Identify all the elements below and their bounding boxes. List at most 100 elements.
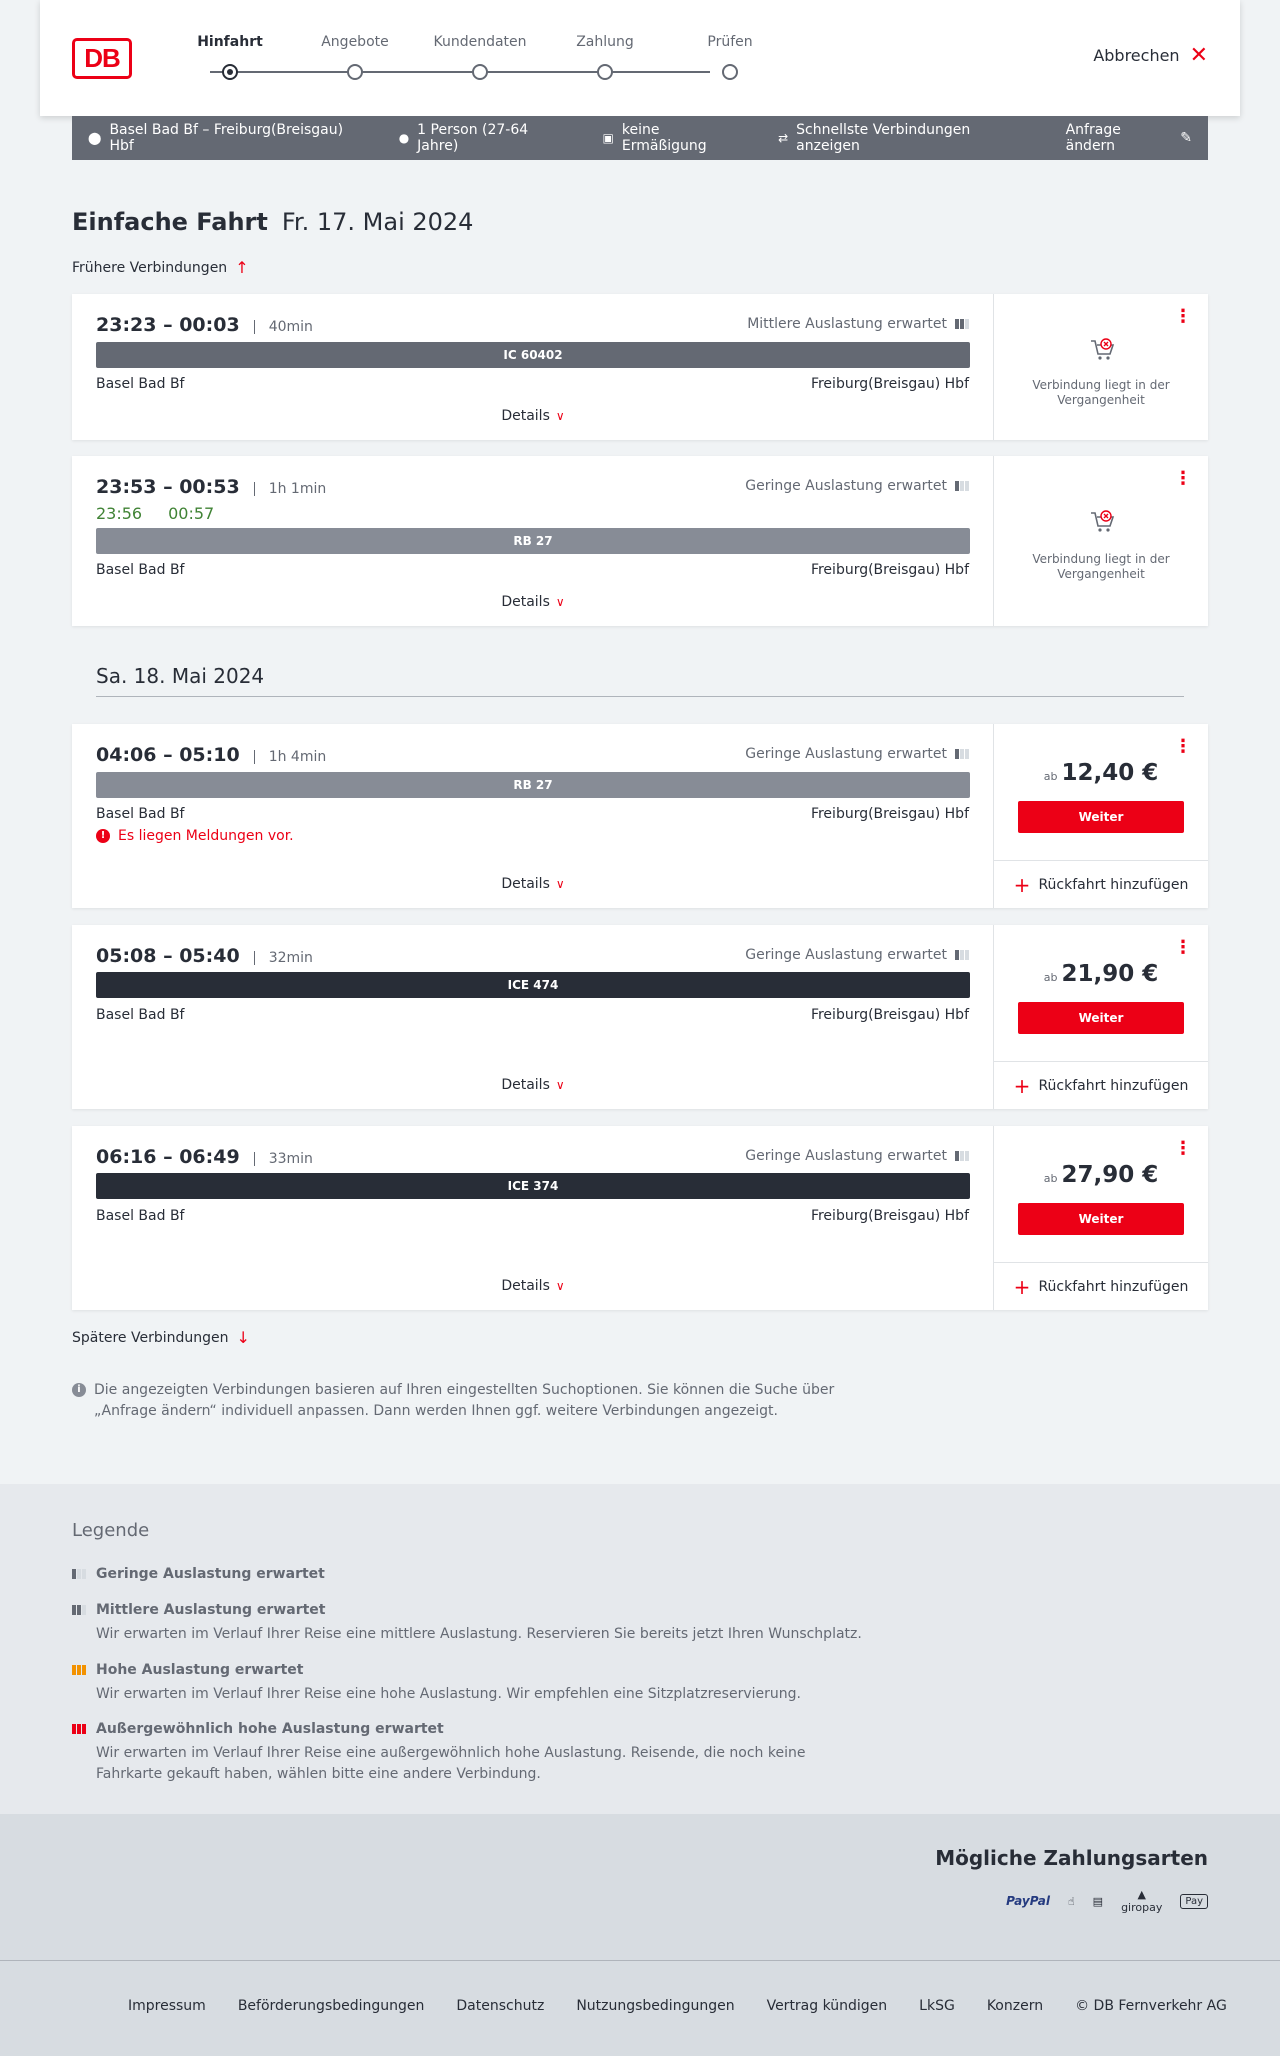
db-logo[interactable]: DB bbox=[72, 38, 132, 79]
more-options-icon[interactable]: ⋮ bbox=[1174, 308, 1192, 326]
connection-past-notice: Verbindung liegt in der Vergangenheit bbox=[1032, 378, 1170, 407]
occupancy-text: Geringe Auslastung erwartet bbox=[745, 746, 947, 762]
warning-icon: ! bbox=[96, 829, 110, 843]
legend-item: Außergewöhnlich hohe Auslastung erwartet… bbox=[72, 1721, 872, 1785]
footer-link-konzern[interactable]: Konzern bbox=[987, 1998, 1043, 2014]
details-toggle[interactable]: Details ∨ bbox=[72, 1278, 994, 1294]
connection-card: 06:16 – 06:49 33min Geringe Auslastung er… bbox=[72, 1126, 1208, 1310]
return-label: Rückfahrt hinzufügen bbox=[1038, 876, 1189, 893]
continue-button[interactable]: Weiter bbox=[1018, 1203, 1184, 1235]
later-connections-link[interactable]: Spätere Verbindungen ↓ bbox=[72, 1328, 250, 1347]
plus-icon: + bbox=[1013, 872, 1031, 897]
cancel-button[interactable]: Abbrechen ✕ bbox=[1093, 44, 1208, 66]
price-value: 27,90 € bbox=[1061, 1162, 1159, 1188]
add-return-button[interactable]: + Rückfahrt hinzufügen bbox=[994, 860, 1208, 908]
train-bar[interactable]: IC 60402 bbox=[96, 342, 970, 368]
more-options-icon[interactable]: ⋮ bbox=[1174, 470, 1192, 488]
connection-times: 23:53 – 00:53 1h 1min bbox=[96, 476, 326, 498]
route-text: Basel Bad Bf – Freiburg(Breisgau) Hbf bbox=[109, 122, 344, 154]
details-label: Details bbox=[501, 1077, 550, 1093]
details-toggle[interactable]: Details ∨ bbox=[72, 594, 994, 610]
details-toggle[interactable]: Details ∨ bbox=[72, 1077, 994, 1093]
more-options-icon[interactable]: ⋮ bbox=[1174, 738, 1192, 756]
time-range: 04:06 – 05:10 bbox=[96, 744, 240, 766]
connection-times: 05:08 – 05:40 32min bbox=[96, 945, 313, 967]
info-text: Die angezeigten Verbindungen basieren au… bbox=[94, 1382, 835, 1419]
offer-panel: ⋮ ab 27,90 € Weiter + Rückfahrt hinzufügen bbox=[994, 1126, 1208, 1310]
connection-card: 23:53 – 00:53 1h 1min 23:56 00:57 Geringe … bbox=[72, 456, 1208, 626]
apple-pay-label: Pay bbox=[1185, 1895, 1203, 1907]
arrival-station: Freiburg(Breisgau) Hbf bbox=[810, 1208, 969, 1224]
price-prefix: ab bbox=[1043, 971, 1058, 984]
time-range: 06:16 – 06:49 bbox=[96, 1146, 240, 1168]
departure-station: Basel Bad Bf bbox=[96, 806, 185, 822]
step-dot bbox=[347, 64, 363, 80]
occupancy-low-icon bbox=[955, 749, 969, 759]
legend-item: Geringe Auslastung erwartet bbox=[72, 1566, 872, 1582]
duration: 33min bbox=[253, 1152, 313, 1166]
occupancy-text: Geringe Auslastung erwartet bbox=[745, 478, 947, 494]
mode-text: Schnellste Verbindungen anzeigen bbox=[796, 122, 971, 154]
details-toggle[interactable]: Details ∨ bbox=[72, 408, 994, 424]
person-icon: ● bbox=[398, 131, 410, 145]
earlier-connections-link[interactable]: Frühere Verbindungen ↑ bbox=[72, 258, 249, 277]
footer-link-impressum[interactable]: Impressum bbox=[128, 1998, 206, 2014]
page-title: Einfache Fahrt Fr. 17. Mai 2024 bbox=[72, 208, 473, 236]
sepa-icon: ▤ bbox=[1092, 1894, 1104, 1908]
step-pruefen[interactable]: Prüfen bbox=[670, 34, 790, 80]
return-label: Rückfahrt hinzufügen bbox=[1038, 1077, 1189, 1094]
occupancy-medium-icon bbox=[72, 1605, 88, 1615]
step-zahlung[interactable]: Zahlung bbox=[545, 34, 665, 80]
change-request-button[interactable]: Anfrage ändern ✎ bbox=[1066, 122, 1192, 154]
summary-mode: ⇄ Schnellste Verbindungen anzeigen bbox=[778, 122, 1034, 154]
step-hinfahrt[interactable]: Hinfahrt bbox=[170, 34, 290, 80]
search-summary-bar: ⬤ Basel Bad Bf – Freiburg(Breisgau) Hbf ●… bbox=[72, 116, 1208, 160]
connection-past-notice: Verbindung liegt in der Vergangenheit bbox=[1032, 552, 1170, 581]
details-label: Details bbox=[501, 876, 550, 892]
search-info-note: i Die angezeigten Verbindungen basieren … bbox=[72, 1380, 852, 1422]
offer-panel: ⋮ ab 21,90 € Weiter + Rückfahrt hinzufügen bbox=[994, 925, 1208, 1109]
connection-times: 06:16 – 06:49 33min bbox=[96, 1146, 313, 1168]
footer-link-nutzung[interactable]: Nutzungsbedingungen bbox=[576, 1998, 734, 2014]
arrow-up-icon: ↑ bbox=[235, 258, 249, 277]
step-label: Angebote bbox=[321, 34, 389, 50]
footer-link-vertrag[interactable]: Vertrag kündigen bbox=[767, 1998, 888, 2014]
add-return-button[interactable]: + Rückfahrt hinzufügen bbox=[994, 1061, 1208, 1109]
payment-icons: PayPal ☝ ▤ ▲ giropay Pay bbox=[1006, 1888, 1208, 1914]
footer-link-befoerderung[interactable]: Beförderungsbedingungen bbox=[238, 1998, 425, 2014]
summary-route: ⬤ Basel Bad Bf – Freiburg(Breisgau) Hbf bbox=[88, 122, 367, 154]
legend-item-text: Wir erwarten im Verlauf Ihrer Reise eine… bbox=[96, 1626, 862, 1642]
legend-item-title: Hohe Auslastung erwartet bbox=[96, 1662, 304, 1678]
legend-section: Legende Geringe Auslastung erwartet Mitt… bbox=[0, 1484, 1280, 1814]
occupancy-high-icon bbox=[72, 1665, 88, 1675]
summary-discount: ▣ keine Ermäßigung bbox=[603, 122, 747, 154]
legend-item-title: Geringe Auslastung erwartet bbox=[96, 1566, 325, 1582]
departure-station: Basel Bad Bf bbox=[96, 562, 185, 578]
step-angebote[interactable]: Angebote bbox=[295, 34, 415, 80]
disruption-message[interactable]: ! Es liegen Meldungen vor. bbox=[96, 828, 294, 844]
occupancy-extreme-icon bbox=[72, 1724, 88, 1734]
more-options-icon[interactable]: ⋮ bbox=[1174, 1140, 1192, 1158]
price: ab 21,90 € bbox=[994, 961, 1208, 987]
add-return-button[interactable]: + Rückfahrt hinzufügen bbox=[994, 1262, 1208, 1310]
details-toggle[interactable]: Details ∨ bbox=[72, 876, 994, 892]
more-options-icon[interactable]: ⋮ bbox=[1174, 939, 1192, 957]
price-prefix: ab bbox=[1043, 770, 1058, 783]
train-bar[interactable]: ICE 374 bbox=[96, 1173, 970, 1199]
train-bar[interactable]: ICE 474 bbox=[96, 972, 970, 998]
footer-link-datenschutz[interactable]: Datenschutz bbox=[456, 1998, 544, 2014]
time-range: 23:53 – 00:53 bbox=[96, 476, 240, 498]
step-kundendaten[interactable]: Kundendaten bbox=[420, 34, 540, 80]
trip-date: Fr. 17. Mai 2024 bbox=[281, 208, 474, 236]
train-bar[interactable]: RB 27 bbox=[96, 528, 970, 554]
continue-button[interactable]: Weiter bbox=[1018, 1002, 1184, 1034]
step-dot bbox=[597, 64, 613, 80]
departure-station: Basel Bad Bf bbox=[96, 1007, 185, 1023]
footer-link-lksg[interactable]: LkSG bbox=[919, 1998, 955, 2014]
pencil-icon: ✎ bbox=[1180, 130, 1192, 146]
price: ab 27,90 € bbox=[994, 1162, 1208, 1188]
paypal-icon: PayPal bbox=[1006, 1894, 1050, 1908]
train-bar[interactable]: RB 27 bbox=[96, 772, 970, 798]
continue-button[interactable]: Weiter bbox=[1018, 801, 1184, 833]
connection-card: 05:08 – 05:40 32min Geringe Auslastung er… bbox=[72, 925, 1208, 1109]
